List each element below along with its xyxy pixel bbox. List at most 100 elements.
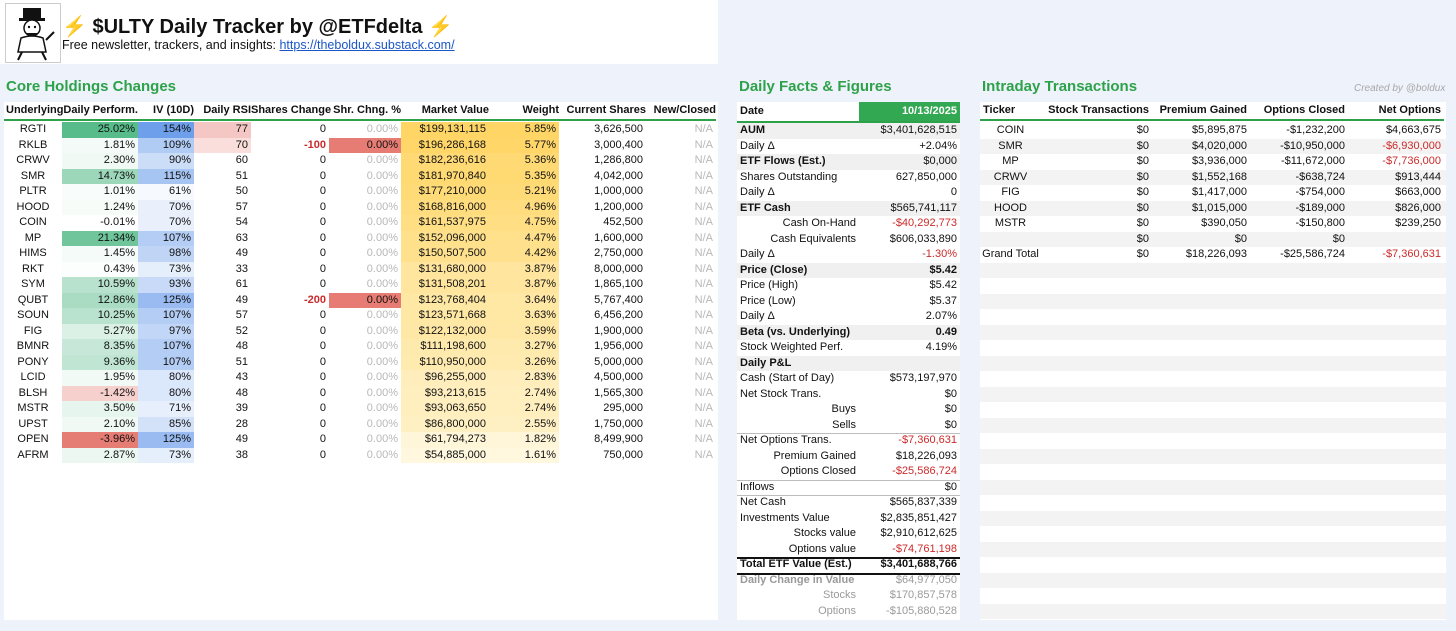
column-header[interactable]: Options Closed [1250,102,1348,121]
table-row [980,603,1446,619]
cell-sc: 0 [319,433,326,445]
table-row: HOOD $0 $1,015,000 -$189,000 $826,000 [980,200,1446,216]
table-row [980,278,1446,294]
cell-no: -$6,930,000 [1382,139,1441,152]
cell-iv: 73% [138,261,194,277]
cell-rsi: 70 [194,137,251,153]
cell-w: 5.77% [489,137,559,153]
cell-t: QUBT [17,293,49,306]
facts-value: $0 [944,387,957,400]
facts-row: Cash (Start of Day) $573,197,970 [737,371,960,387]
facts-label: Buys [831,403,856,415]
column-header[interactable]: Net Options [1348,102,1444,121]
cell-t: RGTI [19,123,47,135]
column-header[interactable]: IV (10D) [138,102,194,121]
cell-cs: 1,000,000 [594,185,643,197]
cell-rsi: 63 [235,231,248,244]
table-row: CRWV 2.30% 90% 60 0 0.00% $182,236,616 5.36% 1,2… [4,153,718,169]
table-row [980,541,1446,557]
facts-value: $5.42 [929,279,957,291]
column-header[interactable]: Daily Perform. [62,102,138,121]
cell-cs: 5,767,400 [594,293,643,306]
cell-iv: 107% [138,354,194,370]
facts-row: Stocks $170,857,578 [737,588,960,604]
facts-label: Net Options Trans. [740,434,832,446]
facts-label: Shares Outstanding [740,170,838,183]
cell-cs: 6,456,200 [594,309,643,321]
facts-row: Options -$105,880,528 [737,604,960,620]
cell-mv: $181,970,840 [401,168,489,184]
cell-w: 2.83% [489,370,559,386]
cell-mv: $123,571,668 [401,308,489,324]
table-row [980,572,1446,588]
cell-w: 5.36% [489,153,559,169]
newsletter-link[interactable]: https://theboldux.substack.com/ [279,38,454,52]
cell-no: $913,444 [1395,170,1441,183]
cell-sc: 0 [319,386,326,399]
cell-t: OPEN [17,433,49,445]
cell-scp: 0.00% [366,169,398,182]
cell-t: HOOD [994,201,1027,214]
cell-perf: 1.95% [62,370,138,386]
cell-cs: 5,000,000 [594,355,643,368]
cell-nc: N/A [694,309,713,321]
column-header[interactable]: Shr. Chng. % [329,102,401,121]
facts-label: Investments Value [740,511,830,524]
cell-sc: -200 [303,293,326,306]
cell-iv: 70% [138,215,194,231]
column-header[interactable]: New/Closed [646,102,716,121]
facts-row: Daily Change in Value $64,977,050 [737,573,960,589]
table-row [980,510,1446,526]
cell-nc: N/A [694,169,713,182]
facts-label: Net Stock Trans. [740,387,822,400]
daily-facts-table: Date 10/13/2025 AUM $3,401,628,515 Daily Δ +2… [737,102,960,620]
cell-sc: 0 [319,262,326,275]
column-header[interactable]: Weight [489,102,559,121]
cell-st: $0 [1136,124,1149,136]
column-header[interactable]: Underlying [4,102,63,121]
facts-label: ETF Flows (Est.) [740,155,826,167]
cell-mv: $199,131,115 [401,122,489,138]
cell-iv: 154% [138,122,194,138]
cell-no: -$7,360,631 [1382,248,1441,260]
column-header[interactable]: Ticker [980,102,1044,121]
cell-t: UPST [18,417,48,430]
facts-value: $5.37 [929,294,957,307]
cell-mv: $161,537,975 [401,215,489,231]
table-row: AFRM 2.87% 73% 38 0 0.00% $54,885,000 1.61% 750,… [4,447,718,463]
cell-pg: $390,050 [1201,217,1247,229]
cell-perf: 0.43% [62,261,138,277]
column-header[interactable]: Shares Change [251,102,331,121]
table-row: SMR 14.73% 115% 51 0 0.00% $181,970,840 5.35% 4,… [4,168,718,184]
cell-mv: $93,063,650 [401,401,489,417]
column-header[interactable]: Stock Transactions [1044,102,1152,121]
cell-sc: -100 [303,138,326,151]
cell-rsi: 54 [235,216,248,228]
cell-cs: 1,900,000 [594,324,643,337]
cell-scp: 0.00% [366,433,398,445]
facts-row: Stock Weighted Perf. 4.19% [737,340,960,357]
cell-t: BMNR [16,340,50,352]
column-header[interactable]: Daily RSI [194,102,251,121]
cell-t: MP [24,231,42,244]
column-header[interactable]: Premium Gained [1152,102,1250,121]
facts-label: Daily P&L [740,356,792,369]
column-header[interactable]: Current Shares [559,102,646,121]
cell-nc: N/A [694,386,713,399]
cell-cs: 2,750,000 [594,247,643,259]
facts-value: 0 [950,186,957,198]
cell-nc: N/A [694,154,713,166]
cell-scp: 0.00% [366,123,398,135]
bolt-icon: ⚡ [62,16,87,38]
cell-cs: 1,200,000 [594,200,643,213]
cell-rsi: 38 [235,448,248,461]
cell-t: MP [1002,155,1019,167]
table-row: Grand Total $0 $18,226,093 -$25,586,724 -$7,… [980,247,1446,263]
facts-label: Daily Δ [740,248,775,260]
cell-t: RKT [22,262,44,275]
facts-value: $0 [944,403,957,415]
table-row: PONY 9.36% 107% 51 0 0.00% $110,950,000 3.26% 5,… [4,354,718,370]
column-header[interactable]: Market Value [401,102,489,121]
cell-t: HOOD [16,200,50,213]
cell-cs: 452,500 [603,216,643,228]
